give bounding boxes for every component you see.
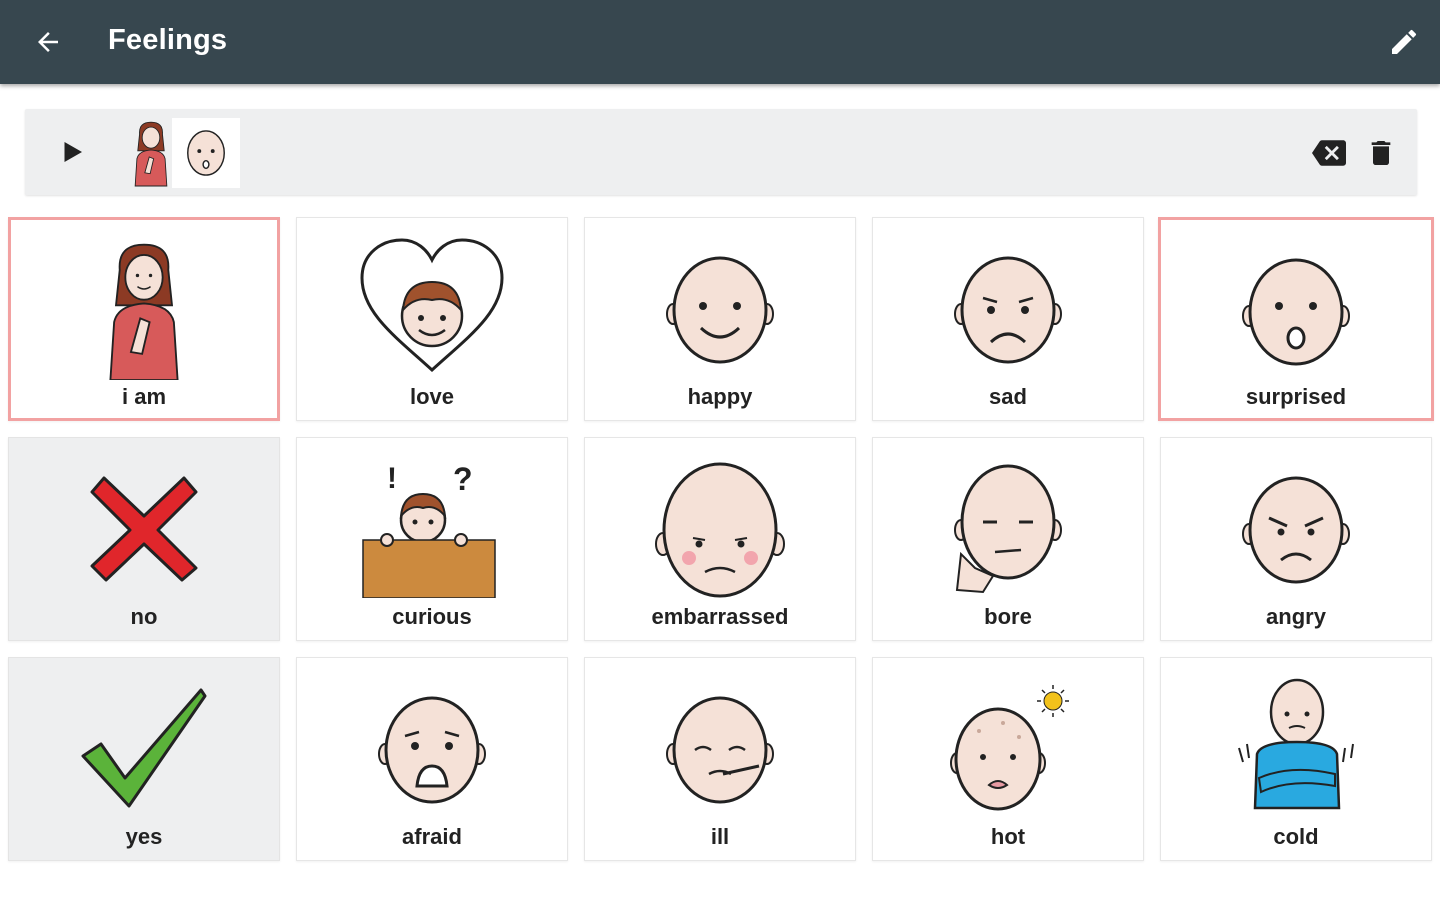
tile-label: sad	[989, 384, 1027, 409]
cold-person-icon	[1238, 678, 1354, 810]
tile-label: happy	[687, 384, 753, 409]
tile-label: surprised	[1245, 384, 1347, 409]
afraid-face-icon	[378, 696, 486, 804]
sentence-chip-surprised[interactable]	[172, 118, 240, 188]
tile-surprised[interactable]: surprised	[1158, 217, 1434, 421]
tile-yes[interactable]: yes	[8, 657, 280, 861]
tile-label: ill	[710, 824, 730, 849]
sun-icon	[1037, 685, 1069, 717]
arrow-left-icon	[38, 32, 58, 52]
green-check-icon	[81, 688, 207, 808]
tile-label: embarrassed	[651, 604, 789, 629]
symbol-grid: i am love happy sad surprised no ! ? cur…	[8, 217, 1434, 861]
tile-label: afraid	[402, 824, 462, 849]
tile-ill[interactable]: ill	[584, 657, 856, 861]
tile-afraid[interactable]: afraid	[296, 657, 568, 861]
tile-bore[interactable]: bore	[872, 437, 1144, 641]
tile-i-am[interactable]: i am	[8, 217, 280, 421]
tile-label: cold	[1273, 824, 1319, 849]
tile-happy[interactable]: happy	[584, 217, 856, 421]
tile-label: hot	[990, 824, 1026, 849]
app-bar: Feelings	[0, 0, 1440, 84]
tile-label: curious	[392, 604, 472, 629]
tile-label: bore	[984, 604, 1032, 629]
curious-boy-icon: ! ?	[362, 461, 496, 598]
tile-angry[interactable]: angry	[1160, 437, 1432, 641]
tile-label: no	[130, 604, 158, 629]
happy-face-icon	[666, 256, 774, 364]
red-x-icon	[90, 476, 198, 582]
backspace-button[interactable]	[1309, 133, 1349, 173]
embarrassed-face-icon	[655, 462, 785, 598]
tile-curious[interactable]: ! ? curious	[296, 437, 568, 641]
heart-boy-icon	[360, 238, 504, 373]
tile-love[interactable]: love	[296, 217, 568, 421]
play-icon	[64, 142, 82, 162]
tile-label: i am	[121, 384, 167, 409]
trash-icon	[1371, 141, 1391, 165]
ill-face-icon	[666, 696, 774, 804]
edit-button[interactable]	[1382, 20, 1426, 64]
tile-label: yes	[125, 824, 163, 849]
surprised-face-icon	[187, 130, 225, 176]
backspace-icon	[1312, 140, 1346, 166]
bored-face-icon	[954, 464, 1062, 594]
sentence-bar	[25, 109, 1417, 195]
surprised-face-icon	[1242, 258, 1350, 366]
tile-label: angry	[1266, 604, 1326, 629]
hot-face-icon	[950, 685, 1069, 811]
svg-text:!: !	[387, 462, 397, 495]
angry-face-icon	[1242, 476, 1350, 584]
tile-hot[interactable]: hot	[872, 657, 1144, 861]
svg-text:?: ?	[453, 461, 473, 497]
woman-pointing-self-icon	[134, 121, 168, 187]
tile-no[interactable]: no	[8, 437, 280, 641]
clear-sentence-button[interactable]	[1361, 133, 1401, 173]
page-title: Feelings	[108, 24, 228, 56]
tile-sad[interactable]: sad	[872, 217, 1144, 421]
pencil-icon	[1392, 29, 1417, 54]
back-button[interactable]	[26, 20, 70, 64]
tile-cold[interactable]: cold	[1160, 657, 1432, 861]
woman-pointing-self-icon	[109, 243, 179, 380]
tile-label: love	[409, 384, 455, 409]
sad-face-icon	[954, 256, 1062, 364]
tile-embarrassed[interactable]: embarrassed	[584, 437, 856, 641]
play-button[interactable]	[51, 131, 93, 173]
